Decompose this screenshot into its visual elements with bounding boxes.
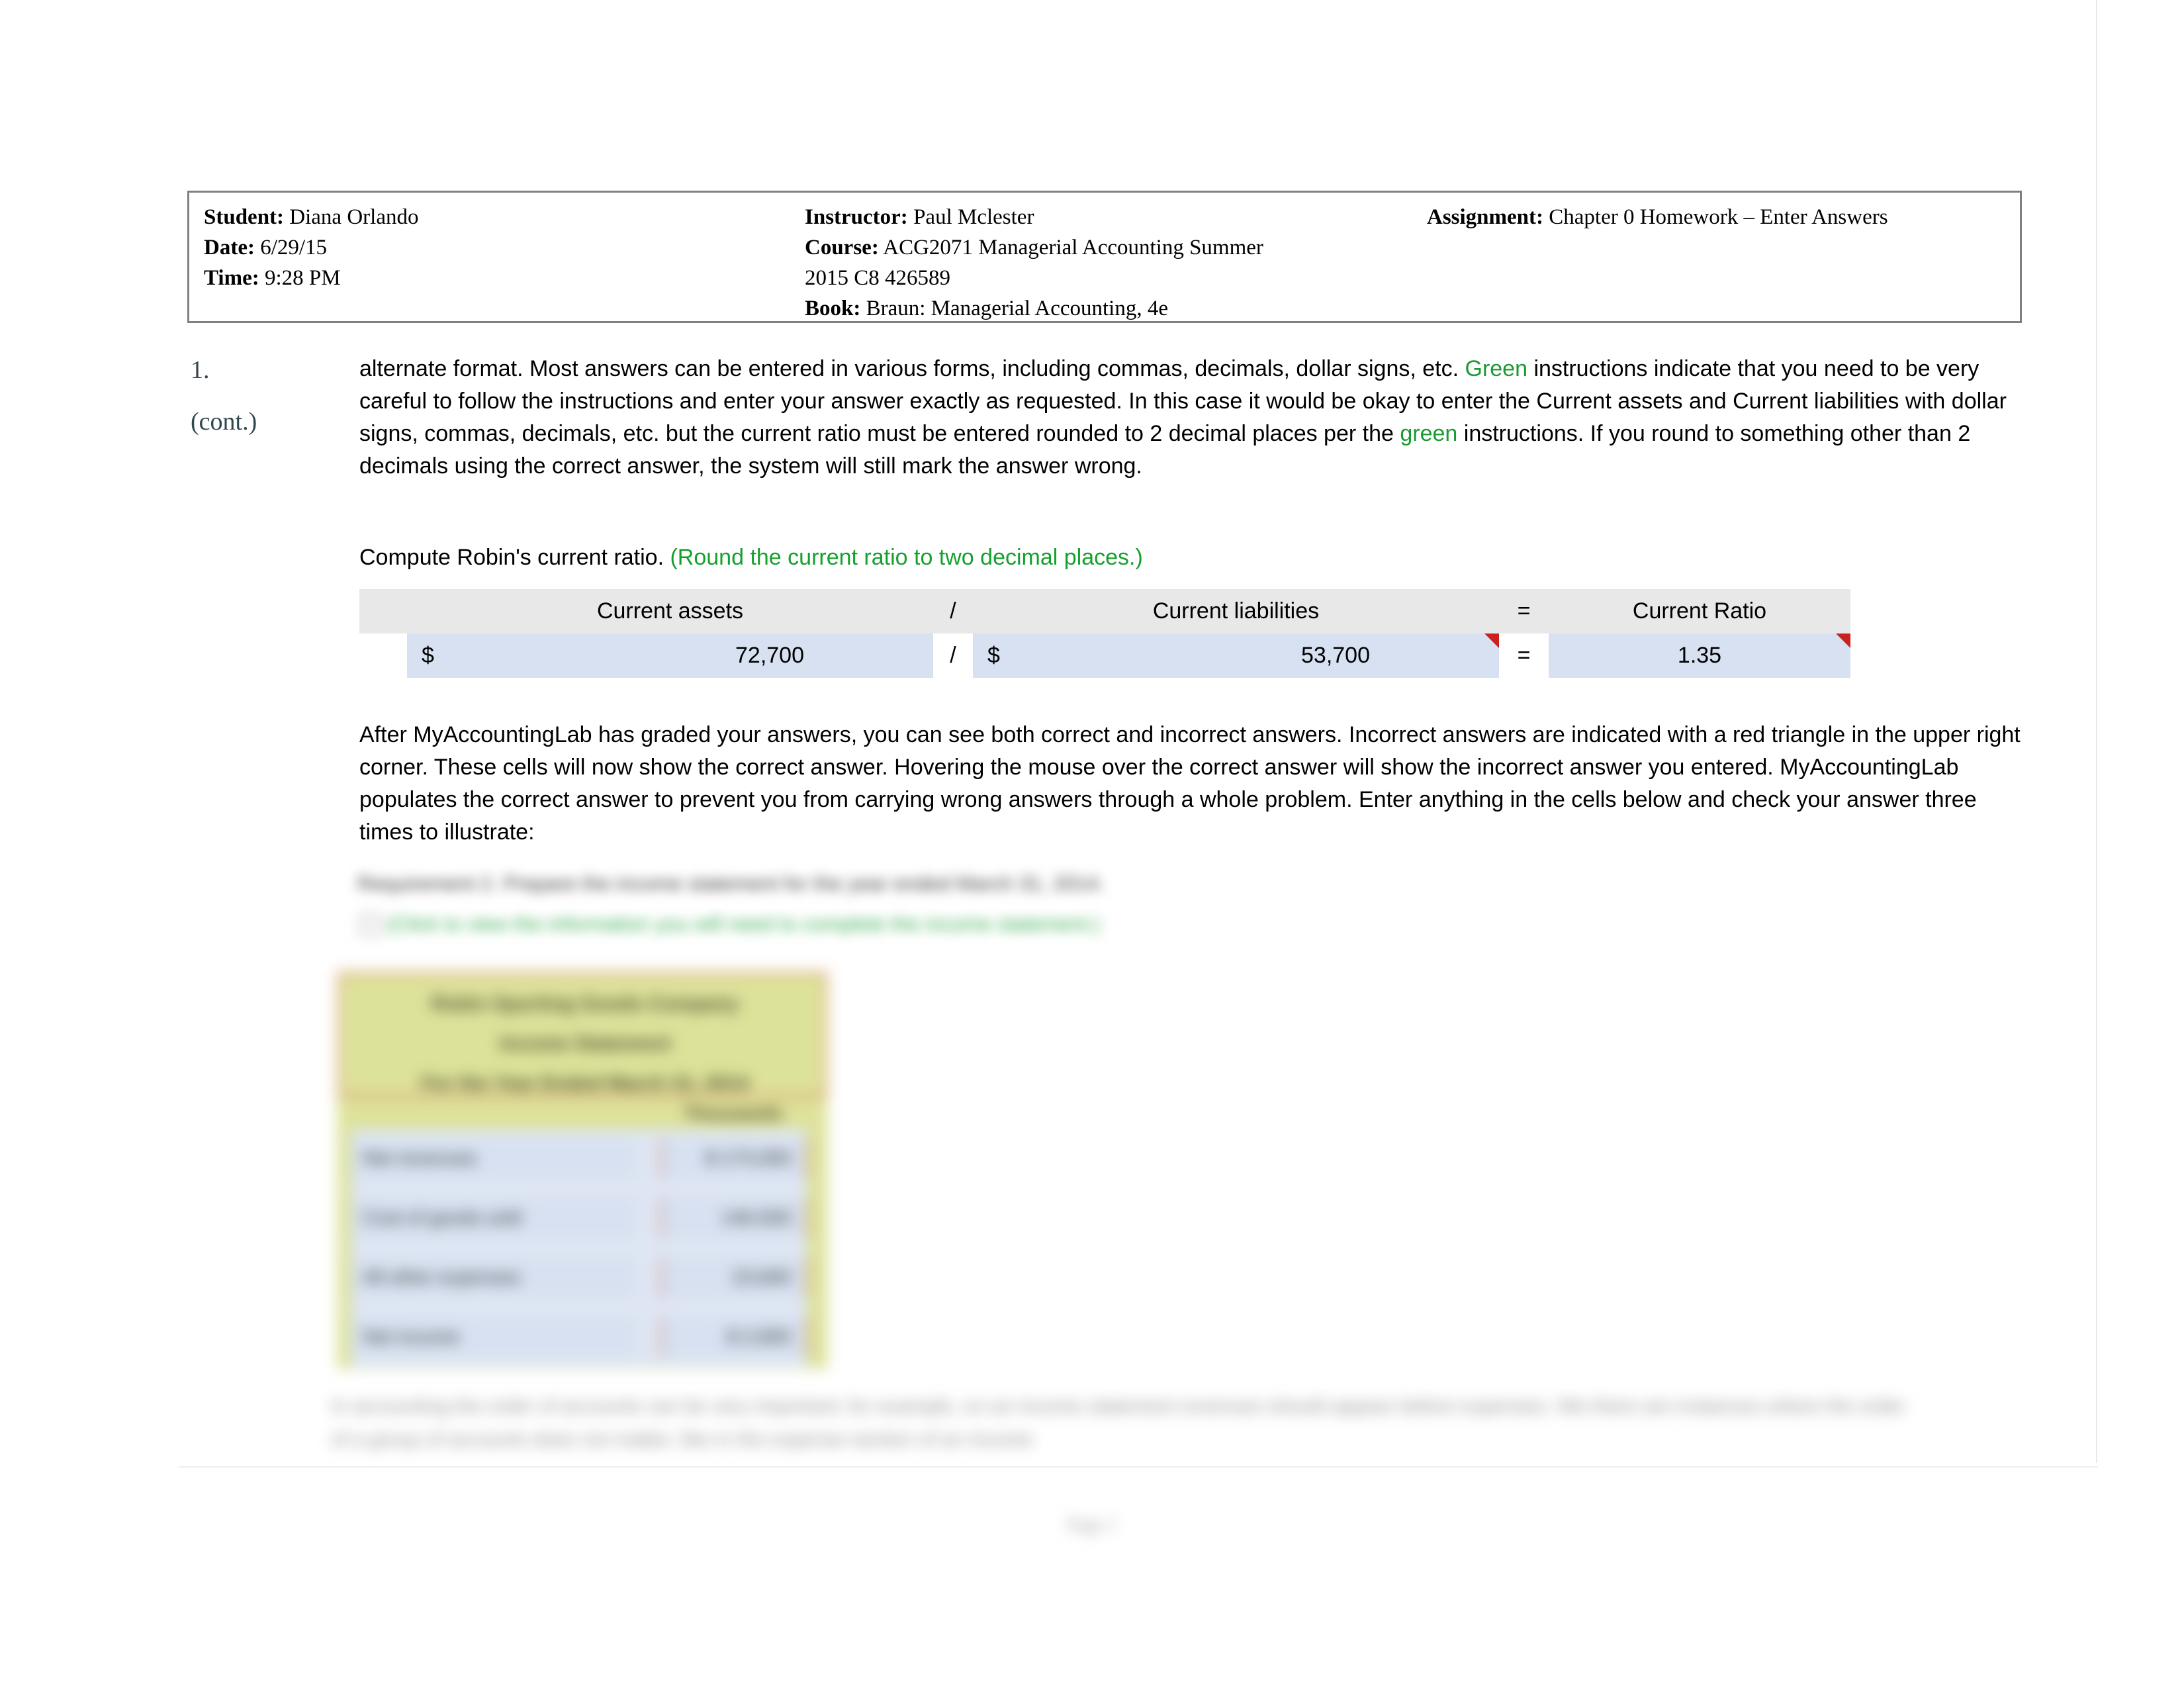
date-row: Date: 6/29/15 bbox=[204, 232, 786, 263]
current-assets-input[interactable]: 72,700 bbox=[467, 633, 804, 678]
question-number: 1. bbox=[191, 356, 210, 384]
student-row: Student: Diana Orlando bbox=[204, 202, 786, 232]
current-liabilities-input[interactable]: 53,700 bbox=[1032, 633, 1370, 678]
table-header-current-liabilities: Current liabilities bbox=[973, 589, 1499, 633]
assignment-label: Assignment: bbox=[1427, 205, 1544, 229]
assignment-header-box: Student: Diana Orlando Date: 6/29/15 Tim… bbox=[187, 191, 2022, 323]
course-row-continued: 2015 C8 426589 bbox=[805, 266, 951, 290]
popup-link-icon[interactable] bbox=[359, 914, 381, 936]
table-header-divide-operator: / bbox=[933, 589, 973, 633]
list-item-value[interactable]: 146,500 bbox=[660, 1198, 807, 1238]
instructions-paragraph: alternate format. Most answers can be en… bbox=[359, 353, 2021, 483]
book-row: Book: Braun: Managerial Accounting, 4e bbox=[805, 293, 1440, 324]
course-row: Course: ACG2071 Managerial Accounting Su… bbox=[805, 232, 1440, 263]
list-item: Net income bbox=[351, 1317, 635, 1357]
grading-explanation-paragraph: After MyAccountingLab has graded your an… bbox=[359, 722, 2021, 845]
blurred-trailing-paragraph: In accounting the order of accounts can … bbox=[331, 1395, 1906, 1450]
date-label: Date: bbox=[204, 236, 255, 259]
course-info-column: Instructor: Paul Mclester Course: ACG207… bbox=[805, 202, 1440, 324]
view-info-link[interactable]: (Click to view the information you will … bbox=[387, 912, 1100, 936]
assignment-value: Chapter 0 Homework – Enter Answers bbox=[1549, 205, 1888, 229]
income-statement-title-box: Robin Sporting Goods Company Income Stat… bbox=[338, 972, 827, 1098]
compute-prompt: Compute Robin's current ratio. (Round th… bbox=[359, 541, 1815, 574]
table-header-current-ratio: Current Ratio bbox=[1549, 589, 1850, 633]
page-number-footer: Page 1 bbox=[1067, 1515, 1117, 1535]
document-page: Student: Diana Orlando Date: 6/29/15 Tim… bbox=[0, 0, 2184, 1688]
para1-segment-1: alternate format. Most answers can be en… bbox=[359, 356, 1465, 381]
student-label: Student: bbox=[204, 205, 285, 229]
company-name: Robin Sporting Goods Company bbox=[431, 993, 739, 1015]
list-item: All other expenses bbox=[351, 1258, 635, 1297]
blurred-preview-region: Requirement 2. Prepare the income statem… bbox=[331, 861, 1933, 1450]
table-header-blank bbox=[359, 589, 407, 633]
para1-green-word-1: Green bbox=[1465, 356, 1528, 381]
requirement-heading: Requirement 2. Prepare the income statem… bbox=[357, 872, 1105, 895]
equals-operator: = bbox=[1499, 633, 1549, 678]
assignment-row: Assignment: Chapter 0 Homework – Enter A… bbox=[1427, 202, 2023, 232]
course-label: Course: bbox=[805, 236, 879, 259]
incorrect-answer-marker-icon bbox=[1484, 633, 1499, 648]
assignment-info-column: Assignment: Chapter 0 Homework – Enter A… bbox=[1427, 202, 2023, 232]
date-value: 6/29/15 bbox=[260, 236, 328, 259]
statement-name: Income Statement bbox=[499, 1033, 671, 1055]
list-item: Cost of goods sold bbox=[351, 1198, 635, 1238]
table-header-equals-operator: = bbox=[1499, 589, 1549, 633]
current-ratio-input[interactable]: 1.35 bbox=[1549, 633, 1850, 678]
list-item: Net revenues bbox=[351, 1139, 635, 1178]
statement-period: For the Year Ended March 31, 2014 bbox=[421, 1072, 749, 1094]
book-label: Book: bbox=[805, 297, 861, 320]
compute-prompt-text: Compute Robin's current ratio. bbox=[359, 545, 670, 570]
time-value: 9:28 PM bbox=[264, 266, 341, 290]
incorrect-answer-marker-icon-2 bbox=[1836, 633, 1850, 648]
list-item-value[interactable]: 23,600 bbox=[660, 1258, 807, 1297]
units-column-header: Thousands bbox=[684, 1103, 783, 1123]
current-ratio-table: Current assets / Current liabilities = C… bbox=[359, 589, 1850, 678]
student-info-column: Student: Diana Orlando Date: 6/29/15 Tim… bbox=[204, 202, 786, 293]
rounding-instruction: (Round the current ratio to two decimal … bbox=[670, 545, 1143, 570]
list-item-value[interactable]: $ 3,900 bbox=[660, 1317, 807, 1357]
question-continued-label: (cont.) bbox=[191, 408, 257, 436]
course-value: ACG2071 Managerial Accounting Summer bbox=[883, 236, 1263, 259]
current-assets-padding bbox=[804, 633, 933, 678]
income-statement-body: Thousands Net revenues $ 174,000 Cost of… bbox=[338, 1098, 827, 1369]
page-edge-line bbox=[2096, 0, 2097, 1463]
student-value: Diana Orlando bbox=[289, 205, 419, 229]
current-liabilities-padding bbox=[1370, 633, 1499, 678]
table-header-current-assets: Current assets bbox=[407, 589, 933, 633]
divide-operator: / bbox=[933, 633, 973, 678]
time-row: Time: 9:28 PM bbox=[204, 263, 786, 293]
income-statement-worksheet: Robin Sporting Goods Company Income Stat… bbox=[338, 972, 827, 1369]
instructor-row: Instructor: Paul Mclester bbox=[805, 202, 1440, 232]
time-label: Time: bbox=[204, 266, 259, 290]
para1-green-word-2: green bbox=[1400, 421, 1458, 446]
instructor-value: Paul Mclester bbox=[913, 205, 1034, 229]
current-liabilities-currency-symbol: $ bbox=[973, 633, 1032, 678]
instructor-label: Instructor: bbox=[805, 205, 908, 229]
list-item-value[interactable]: $ 174,000 bbox=[660, 1139, 807, 1178]
table-data-blank bbox=[359, 633, 407, 678]
book-value: Braun: Managerial Accounting, 4e bbox=[866, 297, 1168, 320]
current-assets-currency-symbol: $ bbox=[407, 633, 467, 678]
footer-divider bbox=[179, 1466, 2098, 1468]
